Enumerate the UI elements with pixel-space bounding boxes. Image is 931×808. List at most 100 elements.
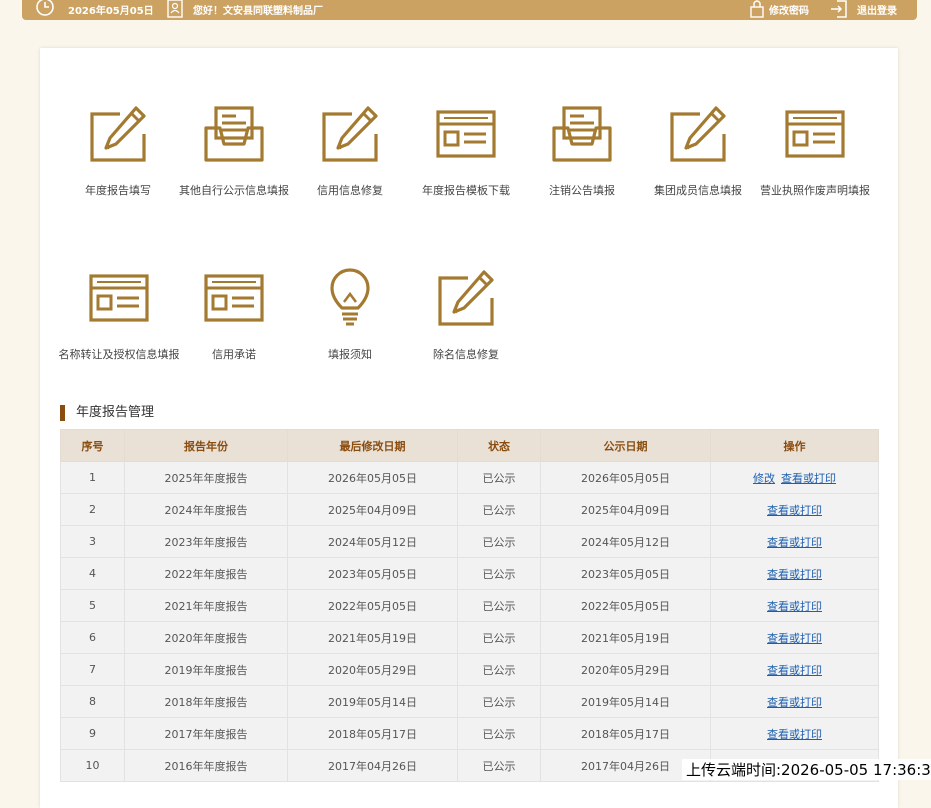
cell-no: 2: [60, 493, 125, 526]
cell-no: 5: [60, 589, 125, 622]
cell-no: 10: [60, 749, 125, 782]
top-bar: 2026年05月05日 您好！文安县同联塑料制品厂 修改密码 退出登录: [22, 0, 917, 20]
table-header-row: 序号 报告年份 最后修改日期 状态 公示日期 操作: [60, 429, 879, 462]
annual-report-table: 序号 报告年份 最后修改日期 状态 公示日期 操作 1 2025年年度报告 2026…: [60, 429, 879, 782]
logout-link[interactable]: 退出登录: [857, 2, 897, 17]
menu-label: 营业执照作废声明填报: [760, 184, 870, 197]
lock-icon: [749, 0, 765, 21]
cell-published: 2021年05月19日: [540, 621, 711, 654]
cell-modified: 2026年05月05日: [287, 461, 458, 494]
menu-label: 集团成员信息填报: [654, 184, 742, 197]
cell-year: 2024年年度报告: [124, 493, 288, 526]
table-row: 2 2024年年度报告 2025年04月09日 已公示 2025年04月09日 查看或打印: [60, 493, 879, 526]
cell-no: 3: [60, 525, 125, 558]
menu-label: 年度报告填写: [85, 184, 151, 197]
cell-published: 2024年05月12日: [540, 525, 711, 558]
col-header-no: 序号: [60, 429, 125, 462]
cell-status: 已公示: [457, 685, 541, 718]
view-print-link[interactable]: 查看或打印: [767, 568, 822, 581]
edit-icon: [670, 106, 726, 162]
menu-annual-report-fill[interactable]: 年度报告填写: [58, 104, 178, 198]
menu-name-transfer[interactable]: 名称转让及授权信息填报: [58, 268, 180, 362]
col-header-actions: 操作: [710, 429, 879, 462]
menu-label: 注销公告填报: [549, 184, 615, 197]
cell-status: 已公示: [457, 525, 541, 558]
col-header-published: 公示日期: [540, 429, 711, 462]
cell-no: 1: [60, 461, 125, 494]
col-header-modified: 最后修改日期: [287, 429, 458, 462]
change-password-link[interactable]: 修改密码: [769, 2, 809, 17]
menu-label: 信用承诺: [212, 348, 256, 361]
menu-label: 名称转让及授权信息填报: [58, 348, 180, 361]
menu-template-download[interactable]: 年度报告模板下载: [406, 104, 526, 198]
cell-modified: 2025年04月09日: [287, 493, 458, 526]
user-icon: [167, 0, 183, 21]
cell-year: 2020年年度报告: [124, 621, 288, 654]
cell-status: 已公示: [457, 557, 541, 590]
menu-filling-instructions[interactable]: 填报须知: [290, 268, 410, 362]
view-print-link[interactable]: 查看或打印: [767, 696, 822, 709]
view-print-link[interactable]: 查看或打印: [767, 600, 822, 613]
table-row: 6 2020年年度报告 2021年05月19日 已公示 2021年05月19日 查看或打印: [60, 621, 879, 654]
cell-actions: 查看或打印: [710, 589, 879, 622]
cell-status: 已公示: [457, 493, 541, 526]
cell-published: 2023年05月05日: [540, 557, 711, 590]
cell-year: 2023年年度报告: [124, 525, 288, 558]
form-icon: [785, 110, 845, 158]
cell-year: 2021年年度报告: [124, 589, 288, 622]
form-icon: [436, 110, 496, 158]
menu-license-void[interactable]: 营业执照作废声明填报: [755, 104, 875, 198]
cell-status: 已公示: [457, 653, 541, 686]
menu-self-publicity-fill[interactable]: 其他自行公示信息填报: [174, 104, 294, 198]
logout-icon[interactable]: [829, 0, 849, 21]
cell-no: 7: [60, 653, 125, 686]
section-title: 年度报告管理: [60, 405, 154, 421]
menu-credit-commitment[interactable]: 信用承诺: [174, 268, 294, 362]
cell-modified: 2017年04月26日: [287, 749, 458, 782]
cell-no: 9: [60, 717, 125, 750]
menu-cancellation-notice[interactable]: 注销公告填报: [522, 104, 642, 198]
view-print-link[interactable]: 查看或打印: [767, 664, 822, 677]
cell-no: 4: [60, 557, 125, 590]
menu-label: 填报须知: [328, 348, 372, 361]
cell-published: 2019年05月14日: [540, 685, 711, 718]
cell-published: 2020年05月29日: [540, 653, 711, 686]
cell-status: 已公示: [457, 749, 541, 782]
cell-actions: 修改 查看或打印: [710, 461, 879, 494]
lightbulb-icon: [330, 268, 370, 326]
table-row: 5 2021年年度报告 2022年05月05日 已公示 2022年05月05日 查看或打印: [60, 589, 879, 622]
view-print-link[interactable]: 查看或打印: [767, 632, 822, 645]
cell-year: 2017年年度报告: [124, 717, 288, 750]
cell-published: 2025年04月09日: [540, 493, 711, 526]
cell-status: 已公示: [457, 461, 541, 494]
view-print-link[interactable]: 查看或打印: [767, 728, 822, 741]
menu-removal-repair[interactable]: 除名信息修复: [406, 268, 526, 362]
cell-year: 2016年年度报告: [124, 749, 288, 782]
cell-year: 2018年年度报告: [124, 685, 288, 718]
cell-modified: 2023年05月05日: [287, 557, 458, 590]
edit-link[interactable]: 修改: [753, 472, 775, 485]
menu-label: 年度报告模板下载: [422, 184, 510, 197]
cell-modified: 2021年05月19日: [287, 621, 458, 654]
inbox-icon: [204, 106, 264, 162]
cell-no: 8: [60, 685, 125, 718]
menu-credit-repair[interactable]: 信用信息修复: [290, 104, 410, 198]
view-print-link[interactable]: 查看或打印: [781, 472, 836, 485]
table-row: 3 2023年年度报告 2024年05月12日 已公示 2024年05月12日 查看或打印: [60, 525, 879, 558]
view-print-link[interactable]: 查看或打印: [767, 536, 822, 549]
edit-icon: [438, 270, 494, 326]
cell-modified: 2022年05月05日: [287, 589, 458, 622]
cell-actions: 查看或打印: [710, 525, 879, 558]
menu-label: 信用信息修复: [317, 184, 383, 197]
cell-year: 2025年年度报告: [124, 461, 288, 494]
table-row: 7 2019年年度报告 2020年05月29日 已公示 2020年05月29日 查看或打印: [60, 653, 879, 686]
form-icon: [204, 274, 264, 322]
cell-modified: 2019年05月14日: [287, 685, 458, 718]
cell-published: 2026年05月05日: [540, 461, 711, 494]
table-row: 9 2017年年度报告 2018年05月17日 已公示 2018年05月17日 查看或打印: [60, 717, 879, 750]
menu-label: 其他自行公示信息填报: [179, 184, 289, 197]
current-date: 2026年05月05日: [68, 6, 154, 17]
cell-actions: 查看或打印: [710, 685, 879, 718]
view-print-link[interactable]: 查看或打印: [767, 504, 822, 517]
menu-group-members[interactable]: 集团成员信息填报: [638, 104, 758, 198]
